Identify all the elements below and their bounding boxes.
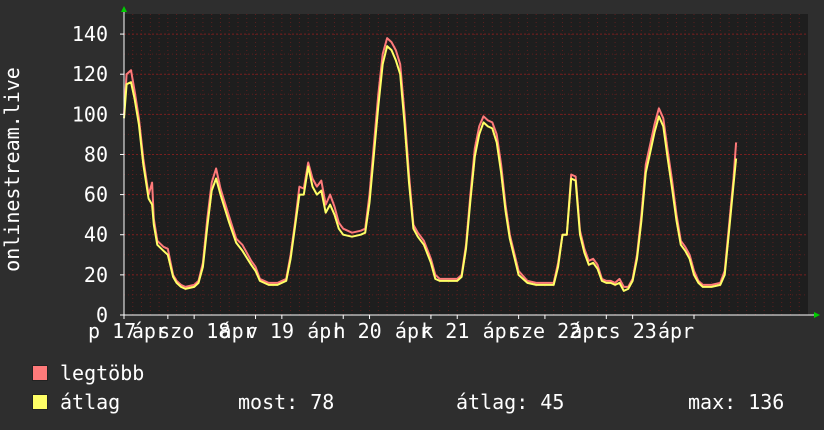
legend-max-label: legtöbb [60,361,145,385]
line-chart: 020406080100120140p 17áprszo 18áprv 19 áp… [0,6,820,343]
legend-item-max: legtöbb [32,361,144,385]
x-tick-label: cs 23 [597,319,657,343]
y-axis-arrow [121,6,127,12]
y-tick-label: 20 [84,263,108,287]
y-tick-label: 120 [72,62,108,86]
x-tick-label: v 19 [246,319,294,343]
legend-item-avg: átlag [32,390,120,414]
max-swatch [32,365,48,381]
x-tick-label: k 21 [421,319,469,343]
y-axis-label: onlinestream.live [0,67,24,272]
rrd-graph: 0 20 40 60 80 100 120 140 p 17 ápr szo 18 ápr v 19 áp… [0,0,824,430]
avg-swatch [32,394,48,410]
x-axis-arrow [814,312,820,318]
plot-area [124,14,808,315]
y-tick-label: 100 [72,102,108,126]
stat-avg: átlag: 45 [456,390,565,414]
stat-max: max: 136 [688,390,785,414]
y-tick-label: 140 [72,22,108,46]
x-tick-label: ápr [658,319,694,343]
stat-now: most: 78 [238,390,335,414]
x-tick-label: p 17 [88,319,136,343]
legend-avg-label: átlag [60,390,121,414]
y-tick-label: 60 [84,183,108,207]
y-tick-label: 40 [84,223,108,247]
y-tick-label: 80 [84,142,108,166]
x-tick-label: h 20 [334,319,382,343]
